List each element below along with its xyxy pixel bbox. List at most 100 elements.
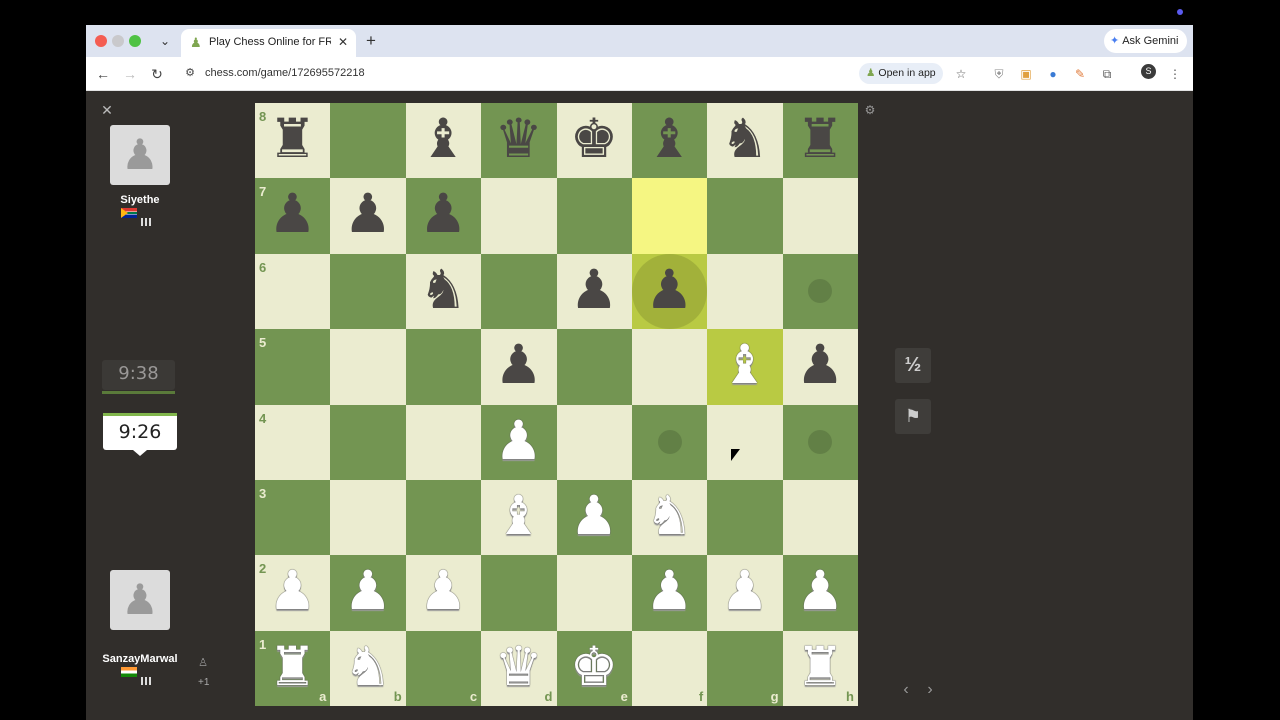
square-b6[interactable] (330, 253, 406, 330)
square-a3[interactable]: 3 (255, 479, 331, 556)
square-h3[interactable] (782, 479, 858, 556)
black-rook-icon[interactable]: ♜ (255, 101, 330, 176)
shield-extension-icon[interactable]: ⛨ (990, 65, 1008, 83)
black-king-icon[interactable]: ♚ (557, 101, 632, 176)
square-e2[interactable] (556, 555, 632, 631)
bookmark-star-icon[interactable]: ☆ (952, 65, 970, 83)
white-bishop-icon[interactable]: ♝ (481, 478, 556, 553)
square-d2[interactable] (481, 555, 557, 631)
black-pawn-icon[interactable]: ♟ (632, 252, 707, 327)
square-b8[interactable] (330, 103, 406, 179)
white-knight-icon[interactable]: ♞ (632, 478, 707, 553)
square-a5[interactable]: 5 (255, 329, 331, 405)
forward-arrow-icon[interactable]: → (121, 65, 139, 83)
new-tab-button[interactable]: + (363, 32, 379, 50)
square-e5[interactable] (556, 329, 632, 405)
tab-search-chevron-icon[interactable]: ⌄ (156, 33, 174, 49)
white-knight-icon[interactable]: ♞ (330, 629, 405, 704)
black-queen-icon[interactable]: ♛ (481, 101, 556, 176)
my-avatar[interactable]: ♟ (110, 570, 170, 630)
square-c5[interactable] (405, 329, 482, 405)
opponent-flag-row (121, 208, 155, 226)
square-c1[interactable]: c (405, 630, 482, 706)
next-move-chevron-icon[interactable]: › (923, 682, 937, 698)
browser-menu-icon[interactable]: ⋮ (1166, 65, 1184, 83)
white-bishop-icon[interactable]: ♝ (707, 327, 782, 402)
my-name[interactable]: SanzayMarwal (90, 653, 190, 665)
white-pawn-icon[interactable]: ♟ (330, 553, 405, 628)
white-queen-icon[interactable]: ♛ (481, 629, 556, 704)
black-knight-icon[interactable]: ♞ (406, 252, 481, 327)
square-d6[interactable] (481, 253, 557, 330)
square-f7[interactable] (631, 178, 708, 254)
previous-move-chevron-icon[interactable]: ‹ (899, 682, 913, 698)
black-pawn-icon[interactable]: ♟ (255, 176, 330, 251)
opponent-avatar[interactable]: ♟ (110, 125, 170, 185)
black-bishop-icon[interactable]: ♝ (406, 101, 481, 176)
extension-drop-icon[interactable]: ● (1044, 65, 1062, 83)
black-pawn-icon[interactable]: ♟ (783, 327, 858, 402)
black-pawn-icon[interactable]: ♟ (330, 176, 405, 251)
white-pawn-icon[interactable]: ♟ (557, 478, 632, 553)
square-b3[interactable] (330, 479, 406, 556)
address-bar[interactable]: chess.com/game/172695572218 (205, 66, 365, 80)
maximize-window-button[interactable] (129, 35, 141, 47)
reload-icon[interactable]: ↻ (148, 65, 166, 83)
resign-flag-icon[interactable]: ⚑ (895, 399, 931, 434)
white-pawn-icon[interactable]: ♟ (406, 553, 481, 628)
square-g6[interactable] (707, 253, 783, 330)
open-in-app-label: Open in app (878, 67, 936, 79)
white-rook-icon[interactable]: ♜ (255, 629, 330, 704)
white-pawn-icon[interactable]: ♟ (255, 553, 330, 628)
square-g1[interactable]: g (707, 630, 783, 706)
ask-gemini-button[interactable]: ✦ Ask Gemini (1104, 29, 1187, 53)
opponent-name[interactable]: Siyethe (90, 194, 190, 206)
square-a6[interactable]: 6 (255, 253, 331, 330)
white-pawn-icon[interactable]: ♟ (632, 553, 707, 628)
tab-title: Play Chess Online for FREE - (209, 36, 331, 48)
add-friend-icon[interactable]: ♙ (197, 657, 209, 669)
white-pawn-icon[interactable]: ♟ (707, 553, 782, 628)
square-b5[interactable] (330, 329, 406, 405)
white-pawn-icon[interactable]: ♟ (783, 553, 858, 628)
black-pawn-icon[interactable]: ♟ (406, 176, 481, 251)
white-king-icon[interactable]: ♚ (557, 629, 632, 704)
site-info-icon[interactable]: ⚙ (183, 66, 197, 80)
black-pawn-icon[interactable]: ♟ (557, 252, 632, 327)
square-g7[interactable] (707, 178, 783, 254)
back-arrow-icon[interactable]: ← (94, 65, 112, 83)
extension-square-icon[interactable]: ▣ (1017, 65, 1035, 83)
black-bishop-icon[interactable]: ♝ (632, 101, 707, 176)
black-pawn-icon[interactable]: ♟ (481, 327, 556, 402)
white-pawn-icon[interactable]: ♟ (481, 403, 556, 478)
board-settings-gear-icon[interactable]: ⚙ (864, 104, 876, 116)
square-a4[interactable]: 4 (255, 404, 331, 480)
square-h7[interactable] (782, 178, 858, 254)
offer-draw-button[interactable]: ½ (895, 348, 931, 383)
close-window-button[interactable] (95, 35, 107, 47)
extension-pencil-icon[interactable]: ✎ (1071, 65, 1089, 83)
chess-board[interactable]: 8 7 6 5 4 3 2 1 a b c d e f g h ♜ ♝ ♛ ♚ ♝ ♞ ♜ ♟ ♟ ♟ ♞ ♟ ♟ ♟ ♝ ♟ ♟ ♝ ♟ ♞ ♟ ♟ ♟ ♟… (255, 103, 858, 706)
square-e4[interactable] (556, 404, 632, 480)
square-f1[interactable]: f (631, 630, 708, 706)
tab-chess[interactable]: ♟ Play Chess Online for FREE - ✕ (181, 29, 356, 57)
square-c3[interactable] (405, 479, 482, 556)
profile-avatar[interactable]: S (1141, 64, 1156, 79)
white-rook-icon[interactable]: ♜ (783, 629, 858, 704)
black-rook-icon[interactable]: ♜ (783, 101, 858, 176)
legal-move-dot[interactable] (657, 430, 682, 455)
square-g3[interactable] (707, 479, 783, 556)
close-panel-icon[interactable]: ✕ (100, 103, 114, 117)
square-f5[interactable] (631, 329, 708, 405)
extensions-puzzle-icon[interactable]: ⧉ (1098, 65, 1116, 83)
file-label: f (698, 689, 704, 704)
close-tab-icon[interactable]: ✕ (336, 35, 350, 49)
square-c4[interactable] (405, 404, 482, 480)
open-in-app-button[interactable]: ♟ Open in app (859, 63, 943, 84)
square-b4[interactable] (330, 404, 406, 480)
square-e7[interactable] (556, 178, 632, 254)
square-g4[interactable] (707, 404, 783, 480)
square-d7[interactable] (481, 178, 557, 254)
minimize-window-button[interactable] (112, 35, 124, 47)
black-knight-icon[interactable]: ♞ (707, 101, 782, 176)
